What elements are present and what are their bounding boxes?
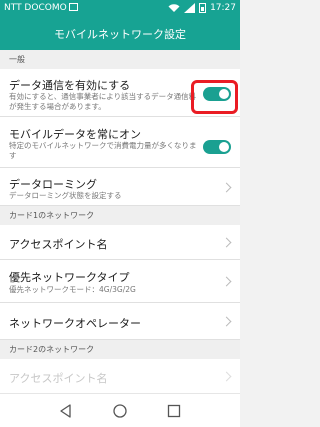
battery-icon (199, 3, 207, 13)
row-preferred-network-type[interactable]: 優先ネットワークタイプ 優先ネットワークモード：4G/3G/2G (0, 260, 240, 303)
carrier-text: NTT DOCOMO (4, 3, 67, 13)
row-network-operator[interactable]: ネットワークオペレーター (0, 303, 240, 340)
recent-apps-icon[interactable] (166, 403, 182, 419)
chevron-right-icon (221, 182, 232, 193)
section-header-card2: カード2のネットワーク (0, 340, 240, 359)
chevron-right-icon (221, 371, 232, 382)
signal-icon (184, 3, 196, 13)
section-label: カード1のネットワーク (9, 211, 95, 220)
home-icon[interactable] (112, 403, 128, 419)
row-title: データ通信を有効にする (9, 79, 131, 92)
section-label: カード2のネットワーク (9, 345, 95, 354)
always-on-data-toggle[interactable] (203, 140, 231, 154)
section-label: 一般 (9, 55, 25, 64)
section-header-general: 一般 (0, 50, 240, 69)
row-subtitle: データローミング状態を設定する (9, 191, 122, 200)
row-subtitle: 有効にすると、通信事業者により該当するデータ通信料が発生する場合があります。 (9, 92, 197, 111)
section-header-card1: カード1のネットワーク (0, 206, 240, 225)
row-title: ネットワークオペレーター (9, 317, 141, 330)
wifi-icon (168, 4, 180, 12)
row-title: アクセスポイント名 (9, 238, 108, 251)
row-title: 優先ネットワークタイプ (9, 271, 130, 284)
row-always-on-data[interactable]: モバイルデータを常にオン 特定のモバイルネットワークで消費電力量が多くなります (0, 117, 240, 168)
row-title: モバイルデータを常にオン (9, 128, 141, 141)
chevron-right-icon (221, 276, 232, 287)
highlight-box (191, 80, 238, 114)
back-icon[interactable] (58, 403, 74, 419)
toggle-knob (219, 142, 229, 152)
navigation-bar (0, 393, 240, 427)
row-title: アクセスポイント名 (9, 372, 108, 385)
status-time: 17:27 (210, 3, 236, 13)
row-access-point-card1[interactable]: アクセスポイント名 (0, 225, 240, 260)
status-icons: 17:27 (168, 3, 236, 13)
app-header: モバイルネットワーク設定 (0, 17, 240, 50)
page-title: モバイルネットワーク設定 (54, 28, 186, 41)
row-subtitle: 特定のモバイルネットワークで消費電力量が多くなります (9, 141, 197, 160)
row-access-point-card2: アクセスポイント名 (0, 359, 240, 393)
chevron-right-icon (221, 316, 232, 327)
row-data-roaming[interactable]: データローミング データローミング状態を設定する (0, 168, 240, 206)
image-notification-icon (68, 3, 78, 11)
row-subtitle: 優先ネットワークモード：4G/3G/2G (9, 285, 136, 294)
row-title: データローミング (9, 178, 97, 191)
carrier-label: NTT DOCOMO (4, 3, 78, 13)
chevron-right-icon (221, 237, 232, 248)
status-bar: NTT DOCOMO 17:27 (0, 0, 240, 17)
